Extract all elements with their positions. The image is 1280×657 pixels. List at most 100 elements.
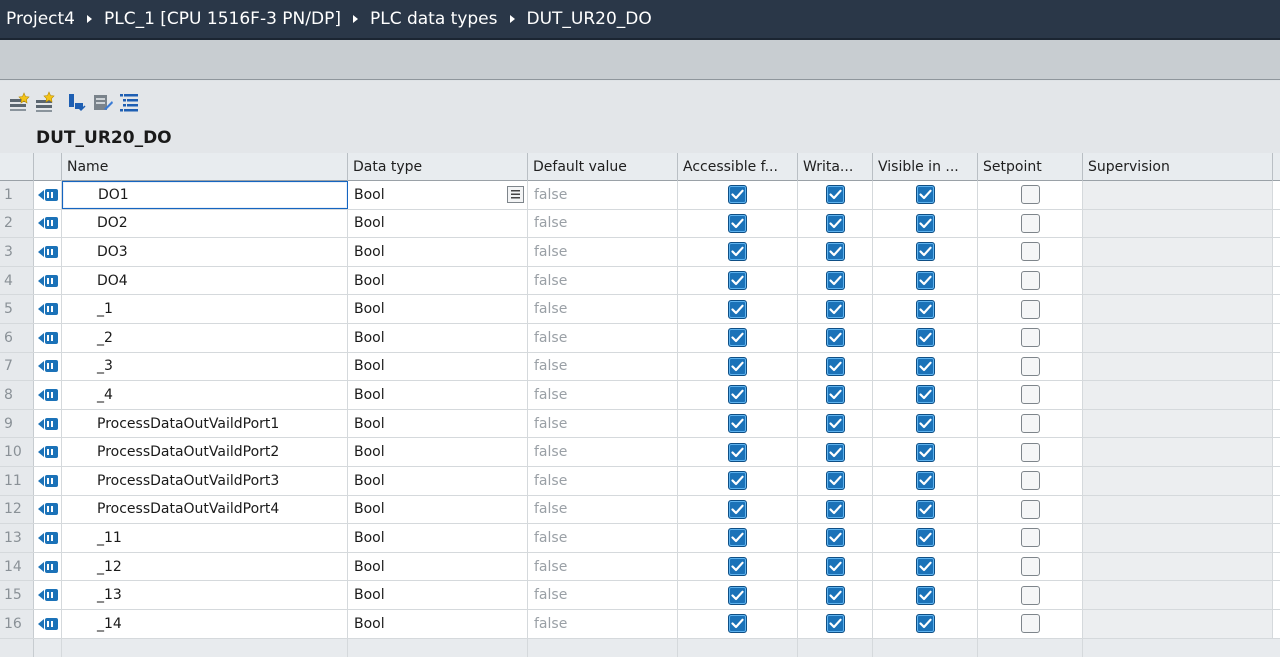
tag-name[interactable]: _13 (62, 581, 348, 609)
data-type-cell[interactable]: Bool (348, 609, 528, 638)
list-view-button[interactable] (118, 91, 140, 113)
default-value[interactable]: false (528, 352, 678, 381)
supervision-cell[interactable] (1083, 295, 1273, 323)
supervision-cell[interactable] (1083, 381, 1273, 409)
visible-checkbox[interactable] (915, 185, 935, 205)
supervision-cell[interactable] (1083, 609, 1273, 638)
writable-checkbox[interactable] (825, 414, 845, 434)
table-row[interactable]: 10 ProcessDataOutVaildPort2 Bool false (0, 438, 1280, 467)
table-row[interactable]: 9 ProcessDataOutVaildPort1 Bool false (0, 409, 1280, 439)
data-type-cell[interactable]: Bool (348, 409, 528, 438)
header-visible[interactable]: Visible in ... (873, 153, 978, 181)
writable-checkbox[interactable] (825, 299, 845, 319)
writable-checkbox[interactable] (825, 242, 845, 262)
visible-checkbox[interactable] (915, 585, 935, 605)
tag-name[interactable]: _4 (62, 381, 348, 409)
accessible-checkbox[interactable] (728, 528, 747, 548)
tag-name[interactable]: ProcessDataOutVaildPort2 (62, 438, 348, 466)
default-value[interactable]: false (528, 524, 678, 552)
visible-checkbox[interactable] (915, 414, 935, 434)
writable-checkbox[interactable] (825, 385, 845, 405)
accessible-checkbox[interactable] (728, 442, 747, 462)
data-type-cell[interactable]: Bool (348, 552, 528, 581)
row-number[interactable]: 12 (0, 495, 34, 524)
default-value[interactable]: false (528, 495, 678, 524)
writable-checkbox[interactable] (825, 585, 845, 605)
data-type-cell[interactable]: Bool (348, 295, 528, 323)
header-setpoint[interactable]: Setpoint (978, 153, 1083, 181)
default-value[interactable]: false (528, 609, 678, 638)
row-number[interactable]: 4 (0, 266, 34, 295)
tag-name[interactable]: ProcessDataOutVaildPort1 (62, 409, 348, 438)
supervision-cell[interactable] (1083, 323, 1273, 352)
setpoint-checkbox[interactable] (1020, 185, 1040, 205)
visible-checkbox[interactable] (915, 614, 935, 634)
visible-checkbox[interactable] (915, 385, 935, 405)
visible-checkbox[interactable] (915, 471, 935, 491)
writable-checkbox[interactable] (825, 213, 845, 233)
breadcrumb-project[interactable]: Project4 (6, 9, 75, 29)
setpoint-checkbox[interactable] (1020, 614, 1040, 634)
header-writable[interactable]: Writa... (798, 153, 873, 181)
setpoint-checkbox[interactable] (1020, 242, 1040, 262)
setpoint-checkbox[interactable] (1020, 528, 1040, 548)
table-row[interactable]: 4 DO4 Bool false (0, 266, 1280, 296)
row-number[interactable]: 6 (0, 323, 34, 352)
tag-name[interactable]: _12 (62, 552, 348, 581)
data-type-cell[interactable]: Bool (348, 181, 528, 209)
row-number[interactable]: 5 (0, 295, 34, 323)
table-row[interactable]: 7 _3 Bool false (0, 352, 1280, 382)
data-type-cell[interactable]: Bool (348, 266, 528, 295)
data-type-cell[interactable]: Bool (348, 438, 528, 466)
default-value[interactable]: false (528, 438, 678, 466)
writable-checkbox[interactable] (825, 185, 845, 205)
setpoint-checkbox[interactable] (1020, 499, 1040, 519)
tag-name[interactable]: _1 (62, 295, 348, 323)
header-data-type[interactable]: Data type (348, 153, 528, 181)
table-row[interactable]: 12 ProcessDataOutVaildPort4 Bool false (0, 495, 1280, 525)
data-type-cell[interactable]: Bool (348, 323, 528, 352)
setpoint-checkbox[interactable] (1020, 585, 1040, 605)
data-type-cell[interactable]: Bool (348, 238, 528, 266)
writable-checkbox[interactable] (825, 356, 845, 376)
setpoint-checkbox[interactable] (1020, 414, 1040, 434)
insert-row-button[interactable] (8, 91, 30, 113)
tag-name[interactable]: _3 (62, 352, 348, 381)
setpoint-checkbox[interactable] (1020, 385, 1040, 405)
supervision-cell[interactable] (1083, 552, 1273, 581)
edit-button[interactable] (92, 91, 114, 113)
supervision-cell[interactable] (1083, 238, 1273, 266)
writable-checkbox[interactable] (825, 499, 845, 519)
row-number[interactable]: 8 (0, 381, 34, 409)
accessible-checkbox[interactable] (728, 299, 747, 319)
accessible-checkbox[interactable] (728, 499, 747, 519)
row-number[interactable]: 11 (0, 466, 34, 495)
table-row[interactable]: 13 _11 Bool false (0, 524, 1280, 553)
table-row[interactable]: 6 _2 Bool false (0, 323, 1280, 353)
setpoint-checkbox[interactable] (1020, 442, 1040, 462)
row-number[interactable]: 15 (0, 581, 34, 609)
data-type-cell[interactable]: Bool (348, 381, 528, 409)
data-type-cell[interactable]: Bool (348, 581, 528, 609)
writable-checkbox[interactable] (825, 442, 845, 462)
data-type-cell[interactable]: Bool (348, 524, 528, 552)
add-row-button[interactable] (34, 90, 56, 113)
data-type-list-button[interactable] (507, 186, 524, 203)
data-type-cell[interactable]: Bool (348, 495, 528, 524)
accessible-checkbox[interactable] (728, 614, 747, 634)
row-number[interactable]: 7 (0, 352, 34, 381)
default-value[interactable]: false (528, 381, 678, 409)
default-value[interactable]: false (528, 466, 678, 495)
supervision-cell[interactable] (1083, 438, 1273, 466)
supervision-cell[interactable] (1083, 495, 1273, 524)
setpoint-checkbox[interactable] (1020, 299, 1040, 319)
setpoint-checkbox[interactable] (1020, 213, 1040, 233)
visible-checkbox[interactable] (915, 499, 935, 519)
row-number[interactable]: 3 (0, 238, 34, 266)
default-value[interactable]: false (528, 295, 678, 323)
tag-name[interactable]: ProcessDataOutVaildPort4 (62, 495, 348, 524)
supervision-cell[interactable] (1083, 409, 1273, 438)
visible-checkbox[interactable] (915, 528, 935, 548)
table-row[interactable]: 16 _14 Bool false (0, 609, 1280, 639)
supervision-cell[interactable] (1083, 466, 1273, 495)
